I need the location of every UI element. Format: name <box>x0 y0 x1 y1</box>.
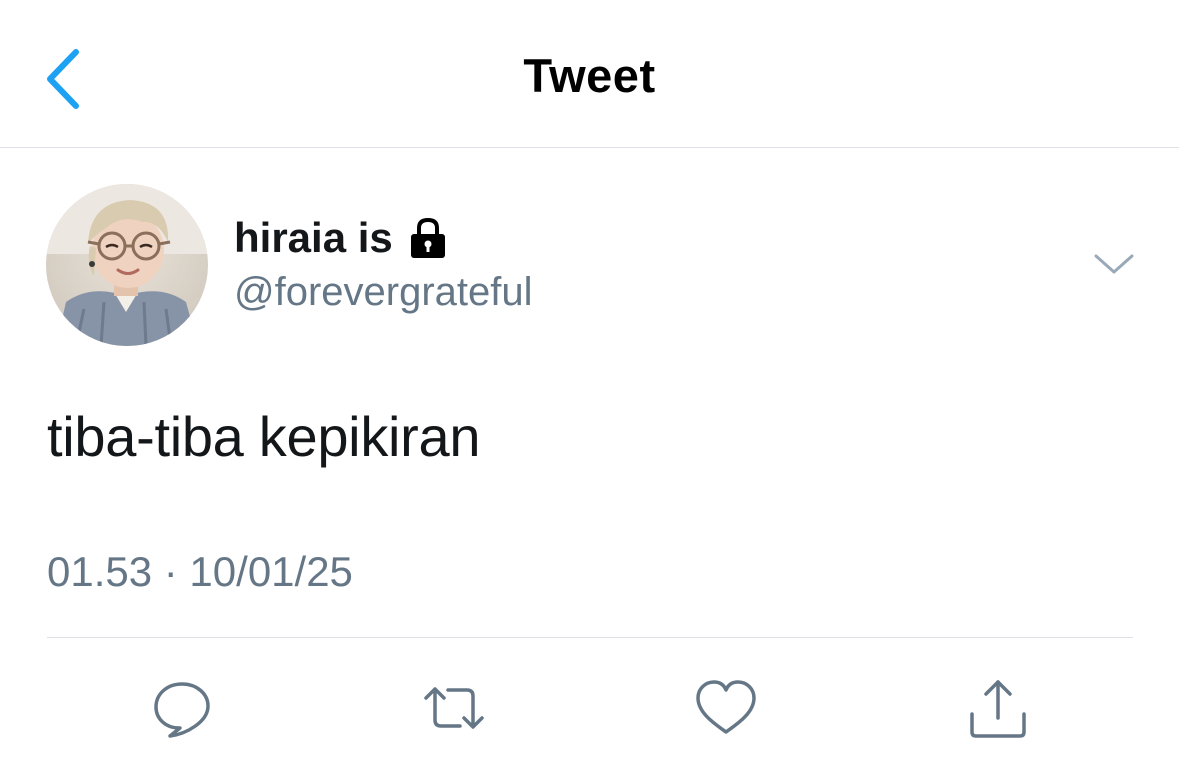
reply-icon <box>154 682 210 738</box>
lock-icon <box>405 215 451 261</box>
retweet-icon <box>424 687 484 729</box>
tweet-timestamp[interactable]: 01.53 · 10/01/25 <box>47 548 353 596</box>
more-options-button[interactable] <box>1090 246 1138 282</box>
heart-icon <box>696 680 756 734</box>
share-button[interactable] <box>966 676 1030 740</box>
display-name-row: hiraia is <box>234 210 451 266</box>
avatar[interactable] <box>46 184 208 346</box>
like-button[interactable] <box>694 676 758 740</box>
page-title: Tweet <box>523 49 656 102</box>
display-name[interactable]: hiraia is <box>234 214 393 262</box>
share-icon <box>970 680 1026 738</box>
reply-button[interactable] <box>150 676 214 740</box>
retweet-button[interactable] <box>422 676 486 740</box>
navigation-bar: Tweet <box>0 0 1179 148</box>
tweet-text: tiba-tiba kepikiran <box>47 405 481 468</box>
user-handle[interactable]: @forevergrateful <box>234 270 533 315</box>
chevron-down-icon <box>1094 254 1134 274</box>
divider <box>47 637 1133 638</box>
profile-photo <box>46 184 208 346</box>
